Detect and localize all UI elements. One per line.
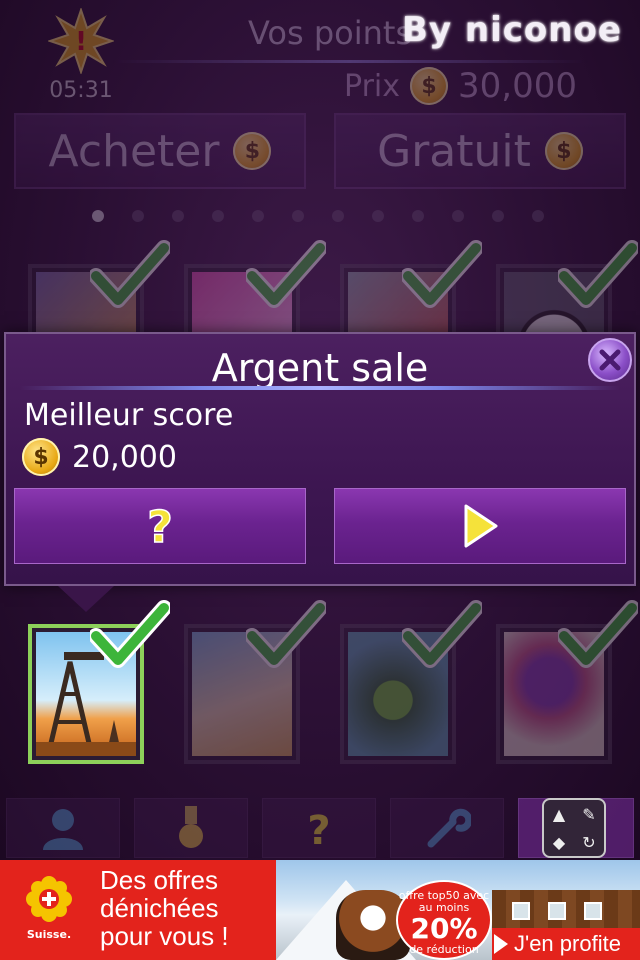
- medal-icon: [179, 806, 203, 848]
- page-dot[interactable]: [292, 210, 304, 222]
- modal-title: Argent sale: [211, 346, 429, 390]
- checkmark-icon: [402, 600, 482, 668]
- coin-icon: $: [544, 132, 583, 170]
- app-screen: ! 05:31 Vos points Prix $ 30,000 Acheter…: [0, 0, 640, 860]
- page-dot[interactable]: [452, 210, 464, 222]
- checkmark-icon: [246, 600, 326, 668]
- watermark: By niconoe: [402, 10, 622, 50]
- ad-brand-name: Suisse.: [26, 928, 72, 941]
- more-menu[interactable]: ▲ ✎ ◆ ↻: [542, 798, 606, 858]
- arrow-up-icon: ▲: [552, 804, 566, 824]
- card-detail-modal: Argent sale Meilleur score $ 20,000 ?: [4, 332, 636, 586]
- more-icon: ▲ ✎ ◆ ↻: [542, 798, 606, 858]
- ad-discount-badge: offre top50 avec au moins 20% de réducti…: [396, 880, 492, 960]
- page-dot[interactable]: [372, 210, 384, 222]
- ad-window: [548, 902, 566, 920]
- free-button-label: Gratuit: [377, 125, 531, 177]
- wrench-icon: [427, 808, 471, 848]
- best-score-value: 20,000: [72, 439, 177, 475]
- ad-headline: Des offres dénichées pour vous !: [100, 866, 229, 950]
- profile-icon: [43, 809, 83, 850]
- help-button[interactable]: ?: [14, 488, 306, 564]
- ad-line-3: pour vous !: [100, 921, 229, 951]
- timer: 05:31: [49, 78, 113, 103]
- svg-text:?: ?: [307, 808, 330, 852]
- page-dot[interactable]: [532, 210, 544, 222]
- modal-divider: [20, 386, 620, 390]
- svg-text:!: !: [75, 27, 87, 57]
- page-dot[interactable]: [492, 210, 504, 222]
- header-divider: [110, 60, 590, 63]
- page-indicator: [92, 210, 544, 222]
- checkmark-icon: [558, 600, 638, 668]
- refresh-icon: ↻: [582, 832, 596, 852]
- ad-badge-top: offre top50 avec au moins: [398, 889, 490, 914]
- help-toolbar-button[interactable]: ?: [262, 798, 376, 858]
- profile-button[interactable]: [6, 798, 120, 858]
- tag-icon: ◆: [552, 832, 566, 852]
- close-x-icon: [599, 349, 621, 371]
- play-arrow-icon: [494, 934, 508, 954]
- swiss-flower-icon: [26, 876, 72, 922]
- buy-button[interactable]: Acheter $: [14, 113, 306, 189]
- play-triangle-icon: [464, 504, 498, 548]
- free-button[interactable]: Gratuit $: [334, 113, 626, 189]
- page-dot[interactable]: [212, 210, 224, 222]
- play-button[interactable]: [334, 488, 626, 564]
- page-dot[interactable]: [132, 210, 144, 222]
- question-mark-icon: ?: [146, 502, 173, 550]
- ad-badge-bottom: de réduction: [409, 943, 479, 956]
- settings-button[interactable]: [390, 798, 504, 858]
- checkmark-icon: [90, 240, 170, 308]
- buy-button-label: Acheter: [48, 125, 220, 177]
- ad-window: [512, 902, 530, 920]
- page-dot[interactable]: [332, 210, 344, 222]
- modal-pointer: [58, 586, 114, 612]
- coin-icon: $: [233, 132, 272, 170]
- ad-window: [584, 902, 602, 920]
- checkmark-icon: [246, 240, 326, 308]
- best-score-row: $ 20,000: [22, 438, 177, 476]
- page-dot[interactable]: [252, 210, 264, 222]
- help-icon: ?: [307, 808, 330, 852]
- page-dot[interactable]: [92, 210, 104, 222]
- close-button[interactable]: [588, 338, 632, 382]
- checkmark-icon: [402, 240, 482, 308]
- alert-burst-icon[interactable]: !: [48, 8, 114, 74]
- ad-cta-label: J'en profite: [514, 931, 621, 956]
- best-score-label: Meilleur score: [24, 398, 234, 433]
- svg-text:?: ?: [147, 502, 173, 550]
- price-value: 30,000: [458, 66, 577, 106]
- pencil-icon: ✎: [582, 804, 596, 824]
- coin-icon: $: [22, 438, 60, 476]
- achievements-button[interactable]: [134, 798, 248, 858]
- page-dot[interactable]: [172, 210, 184, 222]
- ad-line-1: Des offres: [100, 865, 219, 895]
- ad-brand-logo: Suisse.: [14, 876, 84, 952]
- ad-cta-button[interactable]: J'en profite: [492, 928, 640, 960]
- price-row: Prix $ 30,000: [344, 66, 577, 106]
- price-label: Prix: [344, 68, 400, 104]
- coin-icon: $: [410, 67, 448, 105]
- points-label: Vos points: [248, 14, 413, 52]
- page-dot[interactable]: [412, 210, 424, 222]
- ad-badge-percent: 20%: [410, 912, 478, 945]
- ad-line-2: dénichées: [100, 893, 219, 923]
- checkmark-icon: [558, 240, 638, 308]
